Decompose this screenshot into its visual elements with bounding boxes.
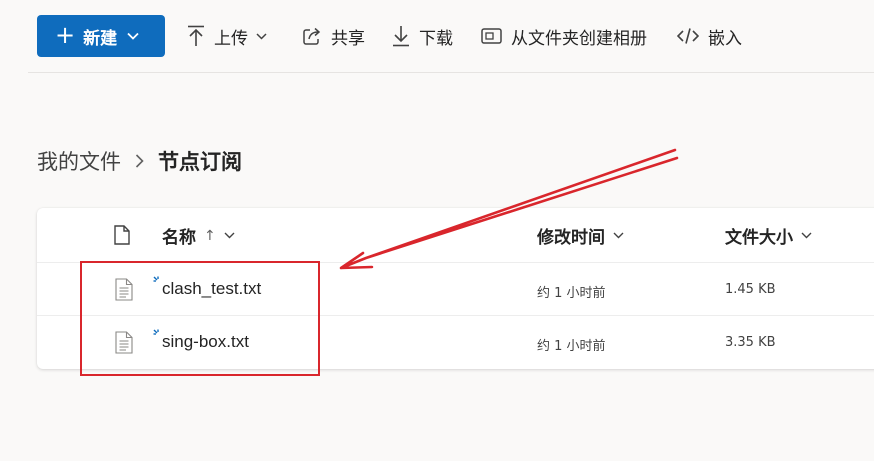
share-button[interactable]: 共享 <box>302 22 365 50</box>
breadcrumb: 我的文件 节点订阅 <box>37 146 242 176</box>
file-list: 名称 ↑ 修改时间 文件大小 clash_test.txt 约 1 小时前 1.… <box>37 208 874 369</box>
embed-icon <box>677 28 699 44</box>
table-row[interactable]: sing-box.txt 约 1 小时前 3.35 KB <box>37 316 874 369</box>
embed-button[interactable]: 嵌入 <box>677 22 742 50</box>
column-header-size[interactable]: 文件大小 <box>725 223 812 248</box>
file-size: 1.45 KB <box>725 282 776 297</box>
create-album-label: 从文件夹创建相册 <box>511 28 647 49</box>
file-name-link[interactable]: sing-box.txt <box>162 332 249 352</box>
column-header-name[interactable]: 名称 ↑ <box>162 223 235 248</box>
table-row[interactable]: clash_test.txt 约 1 小时前 1.45 KB <box>37 263 874 316</box>
file-list-header: 名称 ↑ 修改时间 文件大小 <box>37 208 874 263</box>
download-label: 下载 <box>419 28 453 49</box>
chevron-down-icon <box>801 232 812 239</box>
text-file-icon <box>115 278 133 305</box>
file-modified: 约 1 小时前 <box>537 339 606 354</box>
share-icon <box>303 27 321 45</box>
toolbar-divider <box>28 72 874 73</box>
chevron-right-icon <box>135 154 144 168</box>
column-size-label: 文件大小 <box>725 228 793 248</box>
text-file-icon <box>115 331 133 358</box>
file-size: 3.35 KB <box>725 335 776 350</box>
column-modified-label: 修改时间 <box>537 228 605 248</box>
sort-ascending-icon: ↑ <box>204 227 216 244</box>
embed-label: 嵌入 <box>708 28 742 49</box>
column-header-modified[interactable]: 修改时间 <box>537 223 624 248</box>
download-icon <box>393 26 409 47</box>
download-button[interactable]: 下载 <box>392 22 453 50</box>
create-album-button[interactable]: 从文件夹创建相册 <box>481 22 647 50</box>
new-button-label: 新建 <box>83 28 118 49</box>
breadcrumb-current-folder: 节点订阅 <box>158 150 242 174</box>
upload-icon <box>188 25 204 46</box>
chevron-down-icon <box>613 232 624 239</box>
column-name-label: 名称 <box>162 228 196 248</box>
share-label: 共享 <box>331 28 365 49</box>
chevron-down-icon <box>127 32 139 40</box>
upload-button[interactable]: 上传 <box>187 22 276 50</box>
chevron-down-icon <box>256 32 276 40</box>
new-button[interactable]: + 新建 <box>37 15 165 57</box>
onedrive-page: + 新建 上传 共享 下载 从文件夹创建相册 嵌入 我的文件 节点订阅 名称 ↑… <box>0 0 874 461</box>
plus-icon: + <box>55 21 76 49</box>
chevron-down-icon <box>224 232 235 239</box>
upload-label: 上传 <box>214 28 248 49</box>
file-name-link[interactable]: clash_test.txt <box>162 279 261 299</box>
file-type-icon[interactable] <box>114 225 130 249</box>
album-icon <box>481 28 502 44</box>
command-bar: + 新建 上传 共享 下载 从文件夹创建相册 嵌入 <box>0 0 874 73</box>
file-modified: 约 1 小时前 <box>537 286 606 301</box>
breadcrumb-my-files[interactable]: 我的文件 <box>37 146 121 176</box>
